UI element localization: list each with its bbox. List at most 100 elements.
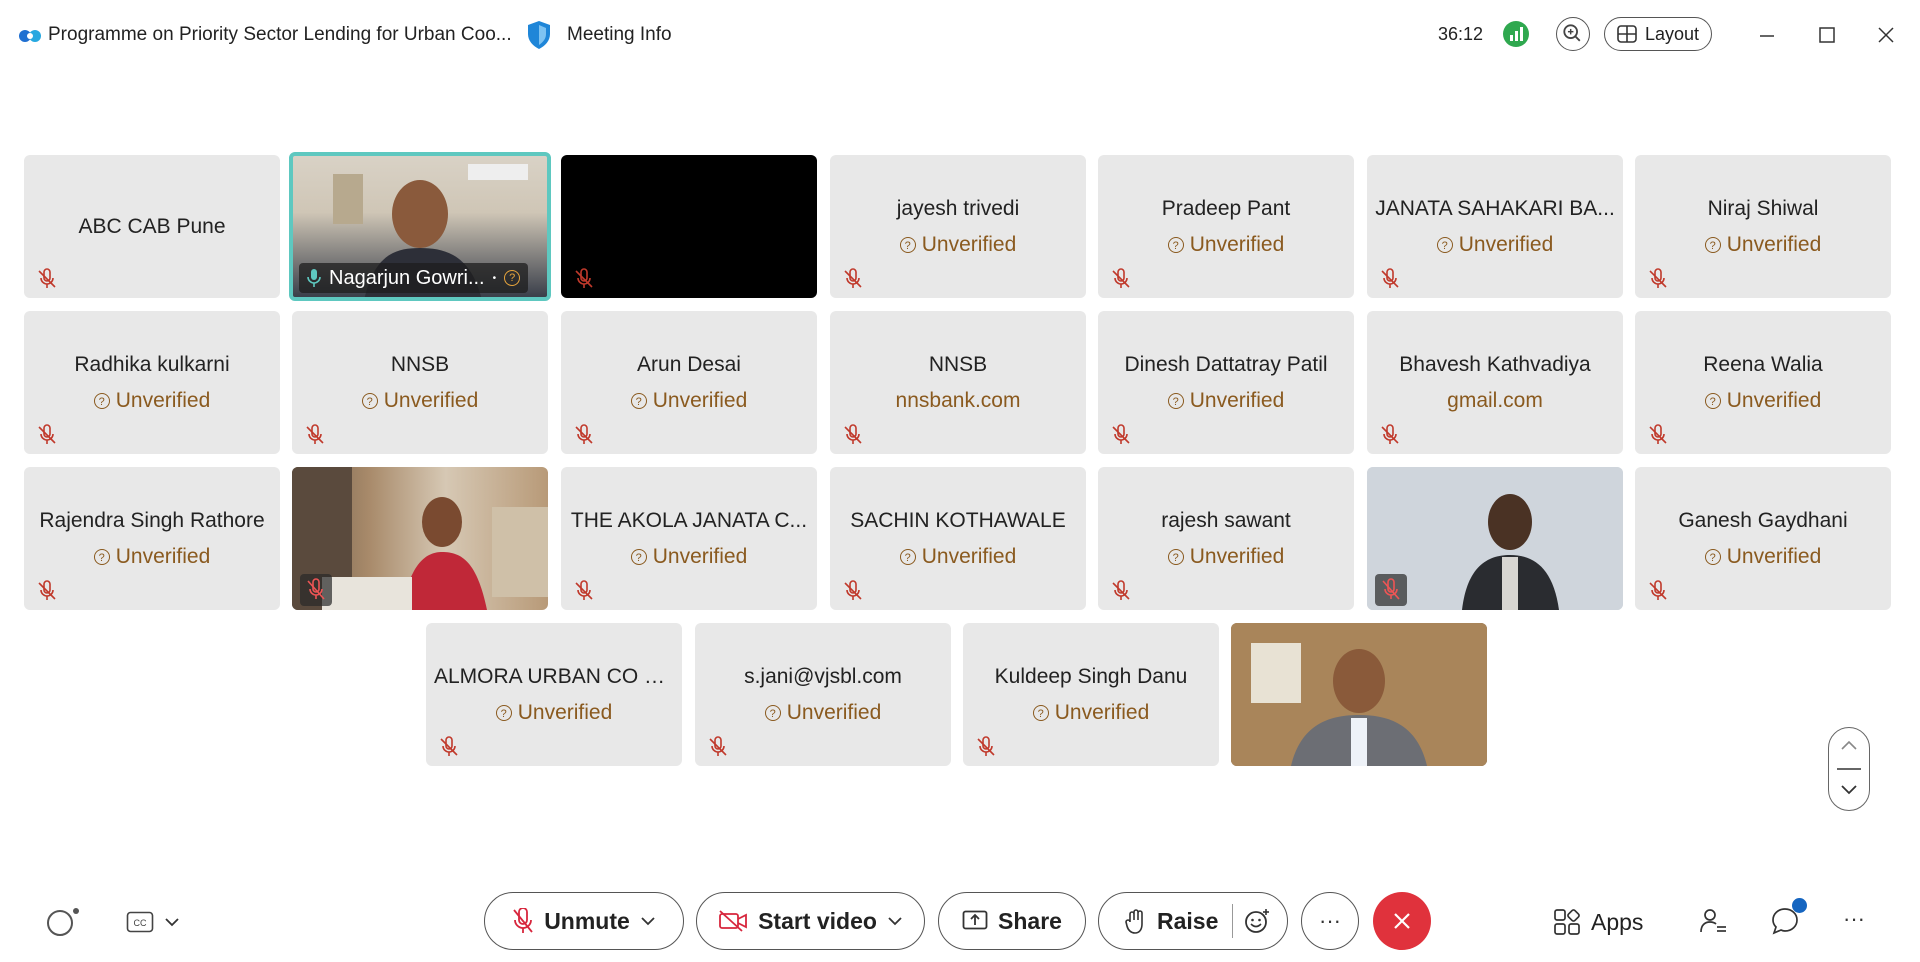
participant-tile[interactable]: Kuldeep Singh Danu ? Unverified (963, 623, 1219, 766)
participant-tile[interactable]: Bhavesh Kathvadiya gmail.com (1367, 311, 1623, 454)
verification-status: ? Unverified (1098, 389, 1354, 413)
participant-tile[interactable]: SACHIN KOTHAWALE ? Unverified (830, 467, 1086, 610)
chevron-down-icon[interactable] (1839, 783, 1859, 797)
scroll-divider (1837, 768, 1861, 770)
start-video-label: Start video (758, 907, 877, 934)
participant-name: Rajendra Singh Rathore (39, 509, 265, 532)
participant-tile[interactable]: Pradeep Pant ? Unverified (1098, 155, 1354, 298)
participant-video-tile[interactable] (1367, 467, 1623, 610)
verification-status: ? Unverified (24, 545, 280, 569)
raise-hand-button[interactable]: Raise (1098, 892, 1288, 950)
muted-mic-icon (1381, 424, 1399, 444)
muted-mic-icon (38, 268, 56, 288)
ai-assistant-icon[interactable] (44, 906, 82, 938)
participant-tile[interactable]: Arun Desai ? Unverified (561, 311, 817, 454)
participant-video-tile[interactable] (1231, 623, 1487, 766)
chevron-down-icon[interactable] (640, 916, 656, 926)
participant-tile[interactable]: Ganesh Gaydhani ? Unverified (1635, 467, 1891, 610)
participant-tile[interactable]: ABC CAB Pune (24, 155, 280, 298)
unmute-label: Unmute (544, 907, 630, 934)
participant-video-tile-active-speaker[interactable]: Nagarjun Gowri... • ? (289, 152, 551, 301)
verification-status: ? Unverified (1098, 545, 1354, 569)
closed-captions-control[interactable]: CC (126, 908, 192, 936)
participant-grid: ABC CAB Pune Nagarjun Gowri... • ? jayes… (0, 0, 1920, 962)
participant-tile[interactable]: Dinesh Dattatray Patil ? Unverified (1098, 311, 1354, 454)
question-icon: ? (1167, 549, 1184, 565)
verification-status: ? Unverified (830, 233, 1086, 257)
participant-name: SACHIN KOTHAWALE (850, 509, 1066, 532)
start-video-button[interactable]: Start video (696, 892, 925, 950)
participant-name: rajesh sawant (1161, 509, 1291, 532)
active-mic-icon (307, 269, 321, 287)
participant-name: s.jani@vjsbl.com (744, 665, 902, 688)
overflow-label: ··· (1843, 906, 1865, 931)
participant-name: Dinesh Dattatray Patil (1124, 353, 1328, 376)
muted-mic-icon (575, 268, 593, 288)
verification-status: ? Unverified (695, 701, 951, 725)
question-icon: ? (495, 705, 512, 721)
leave-meeting-button[interactable] (1373, 892, 1431, 950)
apps-grid-icon (1554, 909, 1580, 935)
question-icon: ? (764, 705, 781, 721)
verification-status: ? Unverified (963, 701, 1219, 725)
question-icon: ? (1167, 237, 1184, 253)
question-icon: ? (93, 549, 110, 565)
participant-tile[interactable]: jayesh trivedi ? Unverified (830, 155, 1086, 298)
muted-mic-icon (1649, 424, 1667, 444)
participant-tile[interactable]: rajesh sawant ? Unverified (1098, 467, 1354, 610)
participant-name: Ganesh Gaydhani (1678, 509, 1848, 532)
question-icon: ? (1167, 393, 1184, 409)
overflow-menu-button[interactable]: ··· (1843, 906, 1865, 932)
participant-name: Pradeep Pant (1161, 197, 1291, 220)
chevron-down-icon[interactable] (887, 916, 903, 926)
participant-name: NNSB (390, 353, 450, 376)
close-icon (1394, 913, 1410, 929)
verification-status: ? Unverified (1635, 233, 1891, 257)
chevron-up-icon[interactable] (1839, 738, 1859, 752)
muted-mic-icon (977, 736, 995, 756)
participant-tile-black-video[interactable] (561, 155, 817, 298)
question-icon: ? (899, 237, 916, 253)
participant-tile[interactable]: NNSB nnsbank.com (830, 311, 1086, 454)
participant-domain: nnsbank.com (895, 389, 1021, 412)
participant-tile[interactable]: NNSB ? Unverified (292, 311, 548, 454)
participants-icon[interactable] (1698, 906, 1728, 936)
apps-button[interactable]: Apps (1553, 906, 1643, 938)
verification-status: ? Unverified (426, 701, 682, 725)
verification-status: ? Unverified (1635, 545, 1891, 569)
participant-name: Nagarjun Gowri... (329, 266, 485, 289)
muted-mic-icon (575, 424, 593, 444)
muted-mic-icon (709, 736, 727, 756)
participant-tile[interactable]: s.jani@vjsbl.com ? Unverified (695, 623, 951, 766)
participant-tile[interactable]: THE AKOLA JANATA C... ? Unverified (561, 467, 817, 610)
participant-name: JANATA SAHAKARI BA... (1375, 197, 1615, 220)
verification-status: ? Unverified (830, 545, 1086, 569)
participant-tile[interactable]: Reena Walia ? Unverified (1635, 311, 1891, 454)
participant-name: Kuldeep Singh Danu (994, 665, 1188, 688)
participant-name: Reena Walia (1703, 353, 1823, 376)
participant-tile[interactable]: ALMORA URBAN CO O... ? Unverified (426, 623, 682, 766)
muted-mic-icon (844, 580, 862, 600)
share-label: Share (998, 907, 1062, 934)
muted-mic-icon (844, 268, 862, 288)
muted-mic-icon (1381, 268, 1399, 288)
chevron-down-icon (165, 918, 179, 927)
share-button[interactable]: Share (938, 892, 1086, 950)
chat-button[interactable] (1770, 898, 1808, 936)
participant-tile[interactable]: Radhika kulkarni ? Unverified (24, 311, 280, 454)
participant-tile[interactable]: JANATA SAHAKARI BA... ? Unverified (1367, 155, 1623, 298)
participant-tile[interactable]: Niraj Shiwal ? Unverified (1635, 155, 1891, 298)
participant-video-tile[interactable] (292, 467, 548, 610)
participant-tile[interactable]: Rajendra Singh Rathore ? Unverified (24, 467, 280, 610)
grid-scroll-control[interactable] (1828, 727, 1870, 811)
closed-captions-icon: CC (126, 911, 154, 933)
more-options-button[interactable]: ··· (1301, 892, 1359, 950)
verification-status: ? Unverified (1098, 233, 1354, 257)
reactions-icon[interactable] (1243, 907, 1271, 935)
muted-indicator (1375, 574, 1407, 606)
verification-status: ? Unverified (561, 389, 817, 413)
unmute-button[interactable]: Unmute (484, 892, 684, 950)
muted-mic-icon (1649, 268, 1667, 288)
video-feed (1231, 623, 1487, 766)
muted-mic-icon (306, 424, 324, 444)
